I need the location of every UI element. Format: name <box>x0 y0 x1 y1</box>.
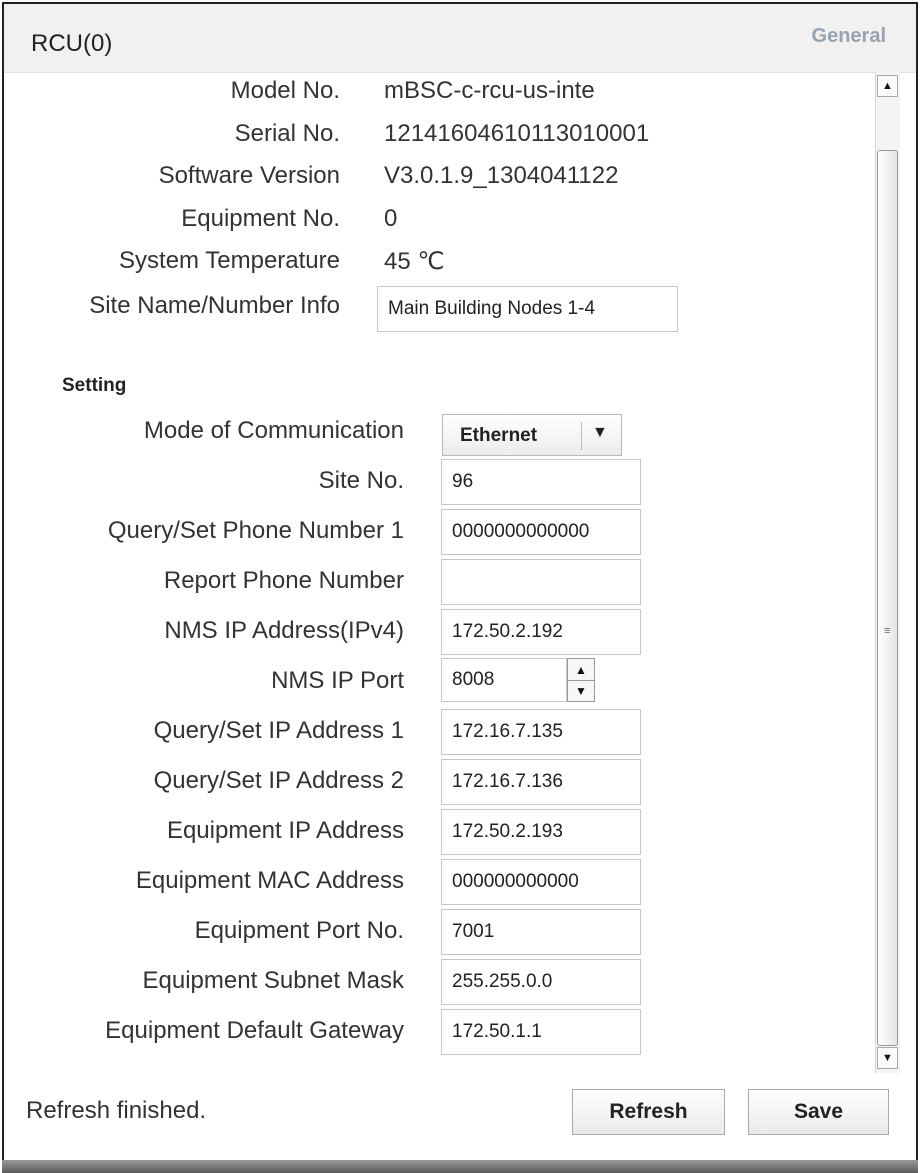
vertical-scrollbar[interactable]: ▲ ≡ ▼ <box>875 72 900 1073</box>
rcu-panel: RCU(0) General Model No. mBSC-c-rcu-us-i… <box>2 2 918 1167</box>
save-button[interactable]: Save <box>748 1089 889 1135</box>
default-gateway-input[interactable]: 172.50.1.1 <box>441 1009 641 1055</box>
panel-title: RCU(0) <box>31 30 113 57</box>
equipment-mac-input[interactable]: 000000000000 <box>441 859 641 905</box>
mode-of-communication-value: Ethernet <box>460 425 538 446</box>
query-ip-2-label: Query/Set IP Address 2 <box>153 767 404 794</box>
default-gateway-label: Equipment Default Gateway <box>105 1017 404 1044</box>
query-phone-1-input[interactable]: 0000000000000 <box>441 509 641 555</box>
software-version-label: Software Version <box>158 162 340 189</box>
equipment-port-label: Equipment Port No. <box>194 917 404 944</box>
select-divider <box>581 422 582 450</box>
equipment-ip-label: Equipment IP Address <box>166 817 404 844</box>
nms-port-stepper[interactable]: ▲ ▼ <box>567 658 595 702</box>
query-phone-1-label: Query/Set Phone Number 1 <box>107 517 404 544</box>
site-name-input[interactable]: Main Building Nodes 1-4 <box>377 286 678 332</box>
nms-ip-input[interactable]: 172.50.2.192 <box>441 609 641 655</box>
nms-ip-label: NMS IP Address(IPv4) <box>164 617 404 644</box>
grip-icon: ≡ <box>884 625 891 637</box>
model-no-label: Model No. <box>230 77 340 104</box>
site-name-label: Site Name/Number Info <box>89 292 340 319</box>
serial-no-value: 12141604610113010001 <box>384 120 650 147</box>
mode-of-communication-label: Mode of Communication <box>143 417 404 444</box>
subnet-mask-input[interactable]: 255.255.0.0 <box>441 959 641 1005</box>
nms-port-input[interactable]: 8008 <box>441 658 567 702</box>
status-message: Refresh finished. <box>26 1097 207 1124</box>
setting-section-title: Setting <box>62 375 127 396</box>
subnet-mask-label: Equipment Subnet Mask <box>142 967 404 994</box>
model-no-value: mBSC-c-rcu-us-inte <box>384 77 595 104</box>
scroll-up-icon[interactable]: ▲ <box>877 75 898 97</box>
equipment-no-label: Equipment No. <box>181 205 340 232</box>
equipment-mac-label: Equipment MAC Address <box>135 867 404 894</box>
report-phone-label: Report Phone Number <box>163 567 404 594</box>
query-ip-1-label: Query/Set IP Address 1 <box>153 717 404 744</box>
site-no-input[interactable]: 96 <box>441 459 641 505</box>
equipment-ip-input[interactable]: 172.50.2.193 <box>441 809 641 855</box>
nms-port-label: NMS IP Port <box>271 667 404 694</box>
query-ip-1-input[interactable]: 172.16.7.135 <box>441 709 641 755</box>
scrollbar-thumb[interactable]: ≡ <box>877 150 898 1046</box>
equipment-port-input[interactable]: 7001 <box>441 909 641 955</box>
equipment-no-value: 0 <box>384 205 398 232</box>
panel-titlebar: RCU(0) General <box>4 4 916 73</box>
software-version-value: V3.0.1.9_1304041122 <box>384 162 619 189</box>
report-phone-input[interactable] <box>441 559 641 605</box>
query-ip-2-input[interactable]: 172.16.7.136 <box>441 759 641 805</box>
chevron-down-icon[interactable]: ▼ <box>592 424 608 442</box>
mode-of-communication-select[interactable]: Ethernet ▼ <box>442 414 622 456</box>
scroll-down-icon[interactable]: ▼ <box>877 1047 898 1069</box>
caret-up-icon[interactable]: ▲ <box>568 659 594 681</box>
refresh-button[interactable]: Refresh <box>572 1089 725 1135</box>
tab-general[interactable]: General <box>812 25 886 48</box>
window-bottom-edge <box>2 1160 918 1173</box>
system-temperature-label: System Temperature <box>119 247 340 274</box>
serial-no-label: Serial No. <box>234 120 340 147</box>
caret-down-icon[interactable]: ▼ <box>568 680 594 701</box>
site-no-label: Site No. <box>318 467 404 494</box>
system-temperature-value: 45 ℃ <box>384 248 445 275</box>
